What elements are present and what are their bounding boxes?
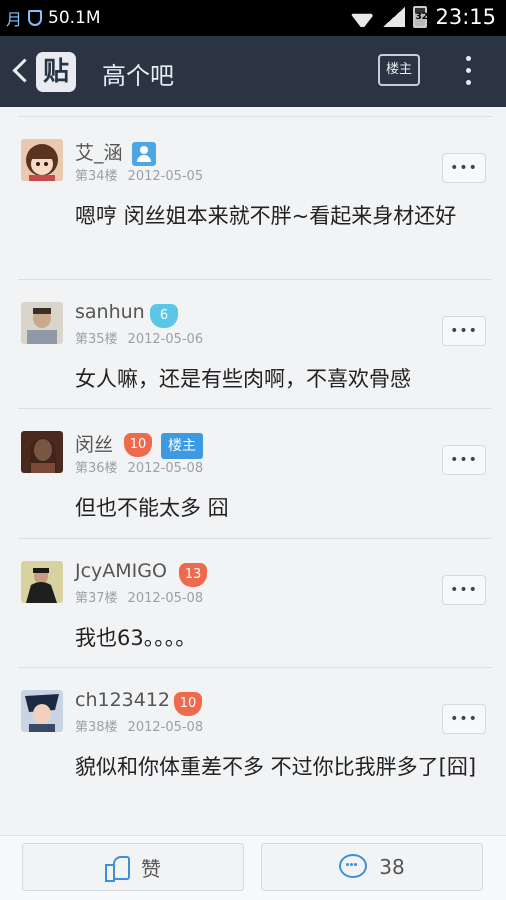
post-content: 女人嘛，还是有些肉啊，不喜欢骨感 [75, 367, 411, 391]
bottom-action-bar: 赞 38 [0, 835, 506, 900]
status-bar: 月 50.1M 32 23:15 [0, 0, 506, 36]
post-meta: 第37楼 2012-05-08 [75, 587, 203, 606]
post-date: 2012-05-08 [127, 461, 204, 476]
post-date: 2012-05-06 [127, 332, 204, 347]
battery-icon: 32 [413, 6, 428, 28]
app-header: 贴 高个吧 楼主 [0, 36, 506, 107]
post-meta: 第34楼 2012-05-05 [75, 165, 203, 184]
post-list[interactable]: 艾_涵 第34楼 2012-05-05 嗯哼 闵丝姐本来就不胖~看起来身材还好 •… [0, 107, 506, 835]
page-title: 高个吧 [102, 62, 174, 90]
post-more-button[interactable]: ••• [442, 445, 486, 475]
post-content: 我也63。。。。 [75, 626, 197, 650]
comment-button[interactable]: 38 [261, 843, 483, 891]
avatar[interactable] [21, 139, 63, 181]
tieba-logo[interactable]: 贴 [36, 52, 76, 92]
post-date: 2012-05-05 [127, 169, 204, 184]
username[interactable]: sanhun [75, 301, 145, 323]
username[interactable]: ch123412 [75, 689, 170, 711]
list-item[interactable]: sanhun 6 第35楼 2012-05-06 女人嘛，还是有些肉啊，不喜欢骨感… [0, 280, 506, 409]
post-more-button[interactable]: ••• [442, 153, 486, 183]
list-item[interactable]: JcyAMIGO 13 第37楼 2012-05-08 我也63。。。。 ••• [0, 539, 506, 668]
user-icon [132, 142, 156, 166]
clock: 23:15 [435, 5, 496, 29]
post-meta: 第38楼 2012-05-08 [75, 716, 203, 735]
comment-bubble-icon [339, 854, 368, 880]
back-arrow-icon[interactable] [12, 59, 26, 81]
floor-number: 第37楼 [75, 591, 118, 606]
wifi-icon [349, 7, 375, 27]
list-item[interactable]: ch123412 10 第38楼 2012-05-08 貌似和你体重差不多 不过你… [0, 668, 506, 835]
comment-count: 38 [379, 855, 405, 879]
level-badge: 10 [124, 433, 152, 457]
avatar[interactable] [21, 431, 63, 473]
avatar[interactable] [21, 302, 63, 344]
floor-number: 第34楼 [75, 169, 118, 184]
level-badge: 10 [174, 692, 202, 716]
avatar[interactable] [21, 690, 63, 732]
post-more-button[interactable]: ••• [442, 316, 486, 346]
network-speed: 50.1M [48, 8, 101, 28]
only-op-button[interactable]: 楼主 [378, 54, 420, 86]
username[interactable]: 艾_涵 [75, 138, 123, 165]
overflow-menu-icon[interactable] [466, 56, 472, 86]
post-meta: 第36楼 2012-05-08 [75, 457, 203, 476]
list-item[interactable]: 艾_涵 第34楼 2012-05-05 嗯哼 闵丝姐本来就不胖~看起来身材还好 •… [0, 117, 506, 280]
post-date: 2012-05-08 [127, 720, 204, 735]
signal-icon [383, 7, 406, 27]
post-content: 但也不能太多 囧 [75, 496, 229, 520]
like-button[interactable]: 赞 [22, 843, 244, 891]
username[interactable]: JcyAMIGO [75, 560, 167, 582]
floor-number: 第36楼 [75, 461, 118, 476]
post-more-button[interactable]: ••• [442, 575, 486, 605]
carrier-icon: 月 [6, 10, 23, 29]
level-badge: 13 [179, 563, 207, 587]
post-content: 貌似和你体重差不多 不过你比我胖多了[囧] [75, 755, 477, 779]
post-meta: 第35楼 2012-05-06 [75, 328, 203, 347]
like-label: 赞 [141, 856, 161, 881]
thumbs-up-icon [105, 855, 130, 882]
post-more-button[interactable]: ••• [442, 704, 486, 734]
op-badge: 楼主 [161, 433, 203, 459]
avatar[interactable] [21, 561, 63, 603]
floor-number: 第35楼 [75, 332, 118, 347]
list-item[interactable]: 闵丝 10 楼主 第36楼 2012-05-08 但也不能太多 囧 ••• [0, 409, 506, 539]
shield-icon [28, 10, 43, 26]
post-content: 嗯哼 闵丝姐本来就不胖~看起来身材还好 [75, 204, 457, 228]
post-date: 2012-05-08 [127, 591, 204, 606]
username[interactable]: 闵丝 [75, 430, 113, 457]
floor-number: 第38楼 [75, 720, 118, 735]
level-badge: 6 [150, 304, 178, 328]
